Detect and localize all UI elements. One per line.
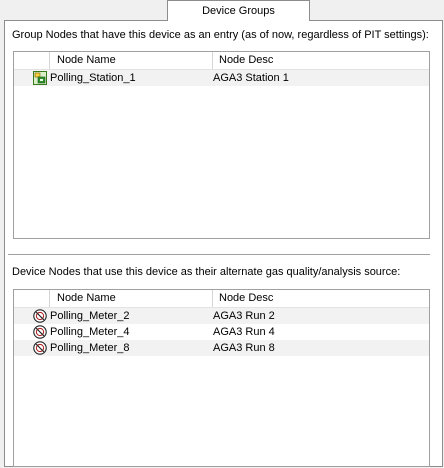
node-name: Polling_Meter_4 bbox=[50, 326, 130, 338]
column-separator[interactable] bbox=[49, 52, 50, 69]
meter-node-icon bbox=[33, 309, 47, 323]
table-row[interactable]: Polling_Meter_8 AGA3 Run 8 bbox=[14, 340, 429, 356]
table-row[interactable]: Polling_Meter_2 AGA3 Run 2 bbox=[14, 308, 429, 324]
group-section-description: Group Nodes that have this device as an … bbox=[12, 29, 429, 41]
table-row[interactable]: Polling_Station_1 AGA3 Station 1 bbox=[14, 70, 429, 86]
node-desc: AGA3 Run 8 bbox=[213, 342, 275, 354]
device-nodes-list[interactable]: Node Name Node Desc Polling_Meter_2 AGA3… bbox=[13, 289, 430, 467]
group-nodes-list[interactable]: Node Name Node Desc Polling_Station_1 AG… bbox=[13, 51, 430, 239]
column-header-node-name[interactable]: Node Name bbox=[51, 290, 214, 307]
node-desc: AGA3 Station 1 bbox=[213, 72, 289, 84]
list-header: Node Name Node Desc bbox=[14, 290, 429, 308]
column-separator[interactable] bbox=[49, 290, 50, 307]
meter-node-icon bbox=[33, 341, 47, 355]
section-divider bbox=[8, 254, 430, 255]
node-desc: AGA3 Run 4 bbox=[213, 326, 275, 338]
column-header-node-name[interactable]: Node Name bbox=[51, 52, 214, 69]
group-node-icon bbox=[33, 71, 47, 85]
node-name: Polling_Meter_8 bbox=[50, 342, 130, 354]
list-header: Node Name Node Desc bbox=[14, 52, 429, 70]
device-section-description: Device Nodes that use this device as the… bbox=[12, 266, 401, 278]
table-row[interactable]: Polling_Meter_4 AGA3 Run 4 bbox=[14, 324, 429, 340]
tab-device-groups[interactable]: Device Groups bbox=[167, 0, 310, 21]
column-header-node-desc[interactable]: Node Desc bbox=[213, 52, 413, 69]
node-desc: AGA3 Run 2 bbox=[213, 310, 275, 322]
column-header-node-desc[interactable]: Node Desc bbox=[213, 290, 413, 307]
node-name: Polling_Meter_2 bbox=[50, 310, 130, 322]
meter-node-icon bbox=[33, 325, 47, 339]
node-name: Polling_Station_1 bbox=[50, 72, 136, 84]
